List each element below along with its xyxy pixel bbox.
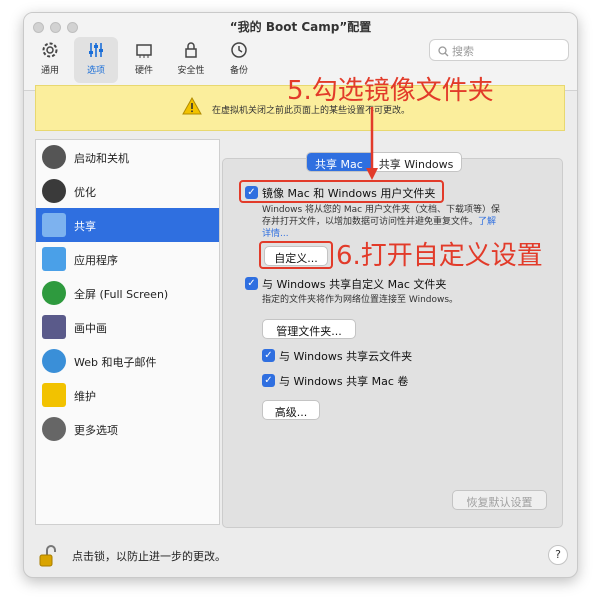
step5-annotation: 5.勾选镜像文件夹 (287, 76, 494, 106)
step6-annotation: 6.打开自定义设置 (336, 241, 543, 271)
